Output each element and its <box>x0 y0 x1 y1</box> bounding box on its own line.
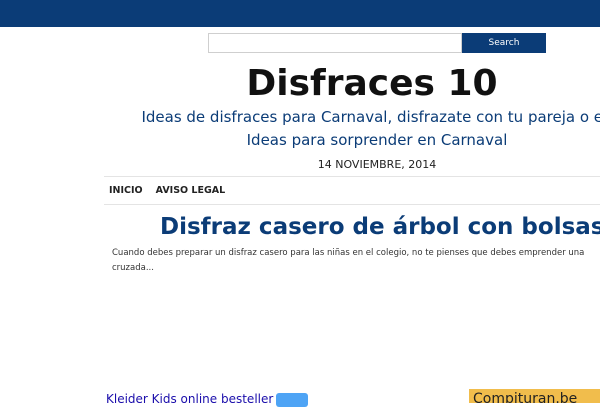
main-navigation: INICIO AVISO LEGAL <box>104 176 600 205</box>
excerpt-line-1: Cuando debes preparar un disfraz casero … <box>112 248 585 258</box>
search-button[interactable]: Search <box>462 33 546 53</box>
site-title[interactable]: Disfraces 10 <box>0 62 600 106</box>
excerpt-line-2: cruzada... <box>112 263 154 273</box>
ad-button[interactable] <box>276 393 308 407</box>
post-title-link[interactable]: Disfraz casero de árbol con bolsas <box>160 212 600 242</box>
header-date: 14 NOVIEMBRE, 2014 <box>317 158 437 171</box>
site-tagline: Ideas de disfraces para Carnaval, disfra… <box>0 106 600 152</box>
nav-item-inicio[interactable]: INICIO <box>109 185 143 196</box>
nav-item-aviso-legal[interactable]: AVISO LEGAL <box>156 185 226 196</box>
post-excerpt: Cuando debes preparar un disfraz casero … <box>112 246 600 276</box>
search-input[interactable] <box>208 33 462 53</box>
ad-link-kleider[interactable]: Kleider Kids online besteller <box>106 391 273 407</box>
tagline-line-1: Ideas de disfraces para Carnaval, disfra… <box>141 108 600 126</box>
ad-banner-right[interactable]: Compituran.be <box>469 389 600 403</box>
top-bar <box>0 0 600 27</box>
tagline-line-2: Ideas para sorprender en Carnaval <box>246 131 508 149</box>
